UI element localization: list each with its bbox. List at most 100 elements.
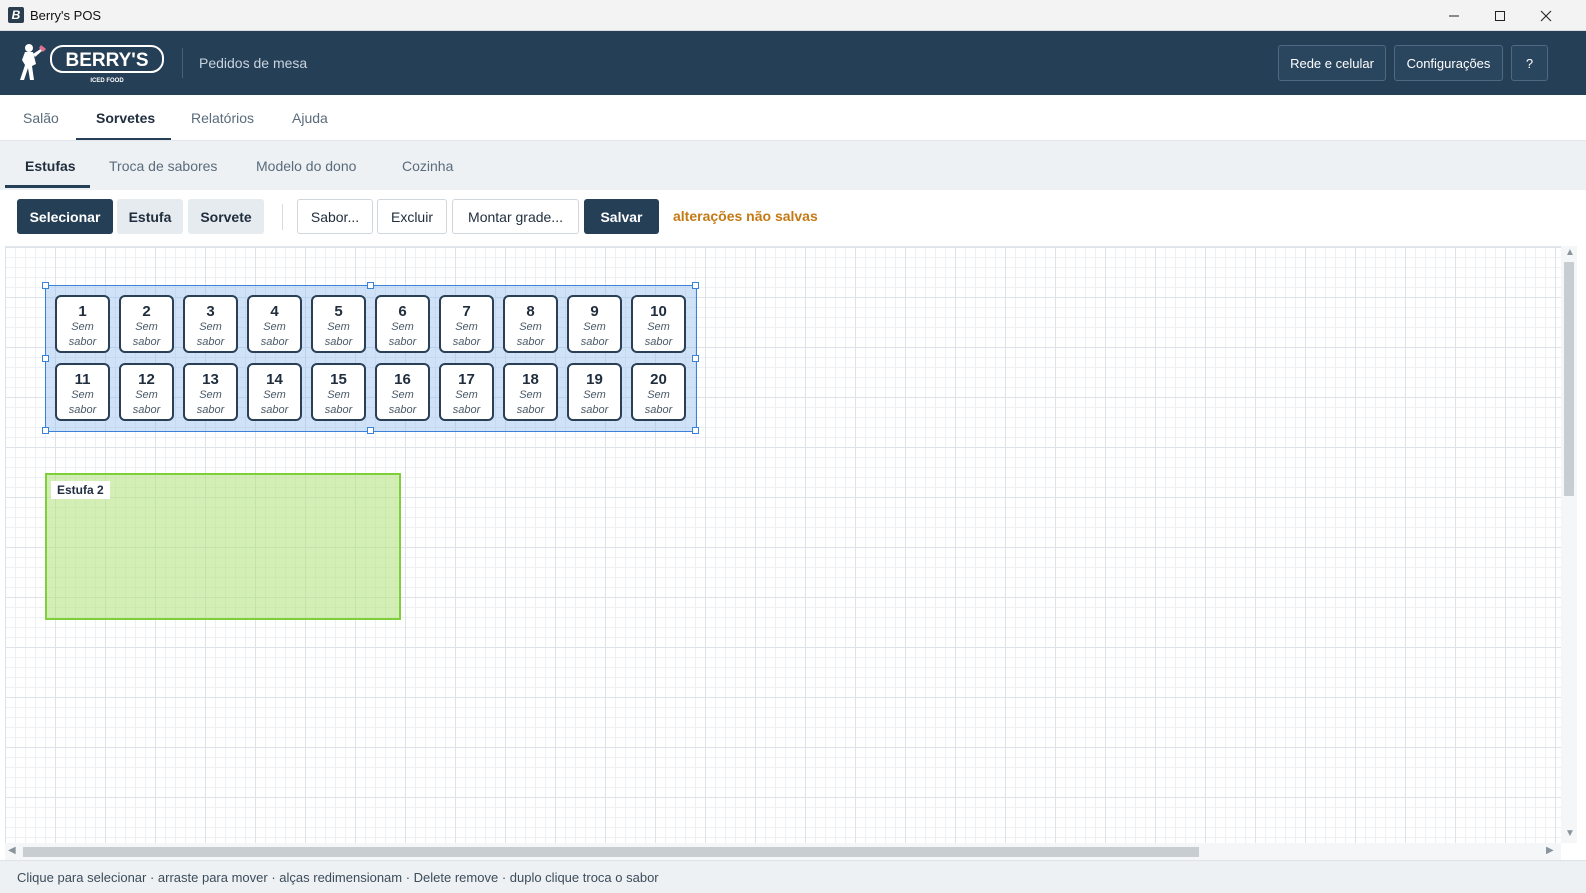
slot-flavor: Sem sabor: [644, 389, 673, 416]
slot-number: 3: [206, 303, 215, 320]
maximize-button[interactable]: [1477, 0, 1523, 31]
slot-number: 12: [138, 371, 155, 388]
resize-handle[interactable]: [692, 354, 699, 362]
estufa-2[interactable]: Estufa 2: [45, 473, 401, 620]
sorvete-slot[interactable]: 11 Sem sabor: [55, 363, 110, 421]
sorvete-slot[interactable]: 9 Sem sabor: [567, 295, 622, 353]
slot-number: 19: [586, 371, 603, 388]
active-tab-indicator: [76, 138, 171, 140]
slot-number: 5: [334, 303, 343, 320]
sorvete-slot[interactable]: 20 Sem sabor: [631, 363, 686, 421]
sorvete-slot[interactable]: 13 Sem sabor: [183, 363, 238, 421]
maximize-icon: [1495, 10, 1505, 21]
flavor-button[interactable]: Sabor...: [297, 199, 373, 234]
close-button[interactable]: [1523, 0, 1569, 31]
resize-handle[interactable]: [42, 354, 49, 362]
estufa-2-label: Estufa 2: [51, 481, 110, 499]
unsaved-changes-indicator: alterações não salvas: [673, 208, 818, 224]
delete-button[interactable]: Excluir: [377, 199, 447, 234]
sorvete-slot[interactable]: 16 Sem sabor: [375, 363, 430, 421]
slot-flavor: Sem sabor: [132, 389, 161, 416]
vertical-scroll-thumb[interactable]: [1564, 262, 1574, 496]
resize-handle[interactable]: [367, 427, 374, 434]
logo-subtext: ICED FOOD: [90, 78, 124, 84]
scroll-left-icon[interactable]: ◀: [8, 845, 16, 856]
tab-ajuda[interactable]: Ajuda: [292, 95, 328, 141]
subtab-cozinha[interactable]: Cozinha: [402, 141, 453, 190]
window-title: Berry's POS: [30, 8, 102, 23]
select-tool-button[interactable]: Selecionar: [17, 199, 113, 234]
sorvete-slot[interactable]: 4 Sem sabor: [247, 295, 302, 353]
help-button[interactable]: ?: [1511, 45, 1548, 81]
tab-sorvetes[interactable]: Sorvetes: [96, 95, 155, 141]
scroll-down-icon[interactable]: ▼: [1565, 828, 1575, 839]
subtab-troca-de-sabores[interactable]: Troca de sabores: [109, 141, 217, 190]
slot-number: 8: [526, 303, 535, 320]
sorvete-slot[interactable]: 17 Sem sabor: [439, 363, 494, 421]
horizontal-scroll-thumb[interactable]: [23, 847, 1199, 857]
close-icon: [1540, 10, 1552, 21]
build-grid-button[interactable]: Montar grade...: [452, 199, 579, 234]
slot-number: 2: [142, 303, 151, 320]
slot-number: 18: [522, 371, 539, 388]
scroll-up-icon[interactable]: ▲: [1565, 247, 1575, 258]
slot-flavor: Sem sabor: [196, 321, 225, 348]
slot-flavor: Sem sabor: [388, 321, 417, 348]
slot-flavor: Sem sabor: [68, 321, 97, 348]
header-subtitle: Pedidos de mesa: [199, 55, 308, 71]
minimize-button[interactable]: [1431, 0, 1477, 31]
tab-salao[interactable]: Salão: [23, 95, 59, 141]
network-button[interactable]: Rede e celular: [1278, 45, 1386, 81]
save-button[interactable]: Salvar: [584, 199, 659, 234]
scroll-right-icon[interactable]: ▶: [1546, 845, 1554, 856]
slot-number: 9: [590, 303, 599, 320]
sorvete-slot[interactable]: 18 Sem sabor: [503, 363, 558, 421]
layout-canvas[interactable]: 1 Sem sabor 2 Sem sabor 3 Sem sabor 4 Sem sabor…: [5, 246, 1561, 844]
slot-number: 6: [398, 303, 407, 320]
slot-flavor: Sem sabor: [68, 389, 97, 416]
sorvete-slot[interactable]: 8 Sem sabor: [503, 295, 558, 353]
sorvete-slot[interactable]: 19 Sem sabor: [567, 363, 622, 421]
logo-text: BERRY'S: [66, 50, 149, 71]
vertical-scrollbar[interactable]: ▲ ▼: [1561, 246, 1577, 843]
window-titlebar: B Berry's POS: [0, 0, 1586, 31]
brand-logo: BERRY'S ICED FOOD: [20, 44, 164, 84]
slot-flavor: Sem sabor: [452, 389, 481, 416]
slot-number: 13: [202, 371, 219, 388]
subtab-modelo-do-dono[interactable]: Modelo do dono: [256, 141, 356, 190]
resize-handle[interactable]: [42, 427, 49, 434]
tab-relatorios[interactable]: Relatórios: [191, 95, 254, 141]
slot-flavor: Sem sabor: [644, 321, 673, 348]
slot-flavor: Sem sabor: [132, 321, 161, 348]
slot-flavor: Sem sabor: [260, 389, 289, 416]
resize-handle[interactable]: [692, 282, 699, 289]
sorvete-tool-button[interactable]: Sorvete: [188, 199, 264, 234]
sorvete-slot[interactable]: 2 Sem sabor: [119, 295, 174, 353]
slot-flavor: Sem sabor: [452, 321, 481, 348]
sorvete-slot[interactable]: 14 Sem sabor: [247, 363, 302, 421]
resize-handle[interactable]: [42, 282, 49, 289]
slot-flavor: Sem sabor: [324, 321, 353, 348]
horizontal-scrollbar[interactable]: ◀ ▶: [5, 843, 1561, 860]
estufa-1[interactable]: 1 Sem sabor 2 Sem sabor 3 Sem sabor 4 Sem sabor…: [42, 282, 699, 434]
slot-number: 4: [270, 303, 279, 320]
sorvete-slot[interactable]: 10 Sem sabor: [631, 295, 686, 353]
resize-handle[interactable]: [692, 427, 699, 434]
sorvete-slot[interactable]: 6 Sem sabor: [375, 295, 430, 353]
sorvete-slot[interactable]: 3 Sem sabor: [183, 295, 238, 353]
slot-flavor: Sem sabor: [196, 389, 225, 416]
sorvete-slot[interactable]: 7 Sem sabor: [439, 295, 494, 353]
sorvete-slot[interactable]: 5 Sem sabor: [311, 295, 366, 353]
slot-number: 11: [74, 371, 91, 388]
slot-number: 1: [78, 303, 87, 320]
settings-button[interactable]: Configurações: [1394, 45, 1503, 81]
sorvete-slot[interactable]: 12 Sem sabor: [119, 363, 174, 421]
sorvete-slot[interactable]: 15 Sem sabor: [311, 363, 366, 421]
sorvete-slot[interactable]: 1 Sem sabor: [55, 295, 110, 353]
estufa-tool-button[interactable]: Estufa: [117, 199, 183, 234]
slot-flavor: Sem sabor: [580, 321, 609, 348]
logo-mascot-icon: [20, 44, 46, 80]
resize-handle[interactable]: [367, 282, 374, 289]
main-tabs: Salão Sorvetes Relatórios Ajuda: [0, 95, 1586, 141]
subtab-estufas[interactable]: Estufas: [25, 141, 76, 190]
